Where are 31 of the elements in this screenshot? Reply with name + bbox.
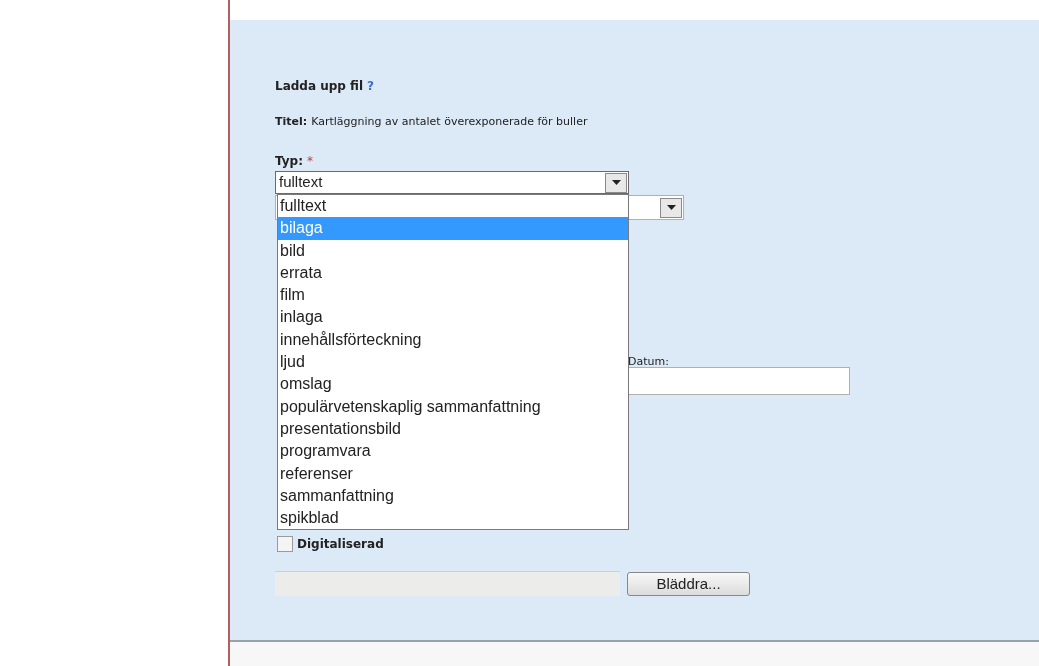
dropdown-option[interactable]: spikblad — [278, 507, 628, 530]
dropdown-arrow-button[interactable] — [660, 197, 682, 218]
dropdown-option[interactable]: referenser — [278, 462, 628, 485]
dropdown-option[interactable]: errata — [278, 261, 628, 285]
required-mark: * — [307, 153, 313, 168]
digitized-checkbox[interactable] — [277, 536, 293, 552]
dropdown-option[interactable]: innehållsförteckning — [278, 328, 628, 352]
dropdown-arrow-button[interactable] — [605, 172, 627, 193]
digitized-label: Digitaliserad — [297, 536, 384, 553]
dropdown-option[interactable]: omslag — [278, 373, 628, 396]
caret-icon — [611, 180, 621, 185]
dropdown-option[interactable]: populärvetenskaplig sammanfattning — [278, 395, 628, 418]
dropdown-option[interactable]: fulltext — [278, 195, 628, 218]
help-link[interactable]: ? — [367, 77, 375, 95]
dropdown-option[interactable]: inlaga — [278, 306, 628, 329]
browse-button[interactable]: Bläddra... — [627, 571, 750, 596]
type-label: Typ: — [275, 153, 303, 168]
title-value: Kartläggning av antalet överexponerade för buller — [311, 114, 588, 130]
dropdown-option[interactable]: film — [278, 284, 628, 307]
dropdown-option[interactable]: bild — [278, 239, 628, 262]
dropdown-option[interactable]: presentationsbild — [278, 417, 628, 441]
title-label: Titel: — [275, 114, 308, 130]
section-heading: Ladda upp fil — [275, 78, 364, 95]
dropdown-option[interactable]: programvara — [278, 440, 628, 463]
type-select[interactable]: fulltext — [275, 171, 629, 194]
file-path-field[interactable] — [275, 571, 620, 596]
dropdown-option[interactable]: ljud — [278, 351, 628, 374]
dropdown-option[interactable]: sammanfattning — [278, 484, 628, 508]
date-label: Datum: — [628, 354, 670, 367]
caret-icon — [666, 205, 676, 210]
date-field[interactable] — [628, 367, 850, 395]
